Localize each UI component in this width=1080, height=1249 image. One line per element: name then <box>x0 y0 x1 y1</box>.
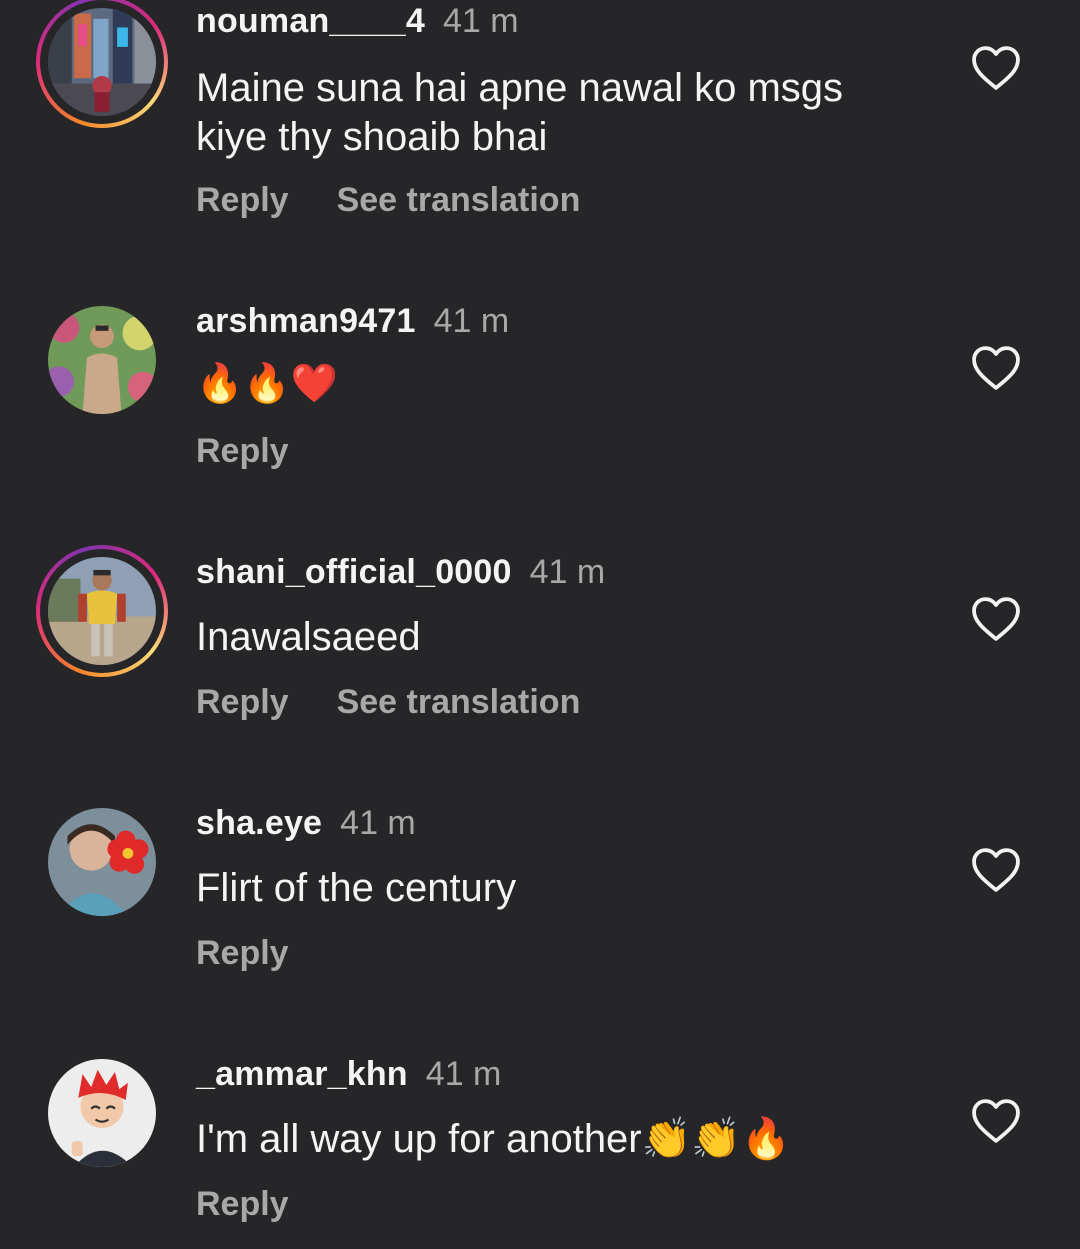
child-red-flower-avatar-icon[interactable] <box>48 808 156 916</box>
comment-header: nouman____4 41 m <box>196 2 519 41</box>
comment-text: I'm all way up for another👏👏🔥 <box>196 1117 792 1161</box>
comment-actions: Reply See translation <box>196 683 580 722</box>
timestamp: 41 m <box>340 804 416 842</box>
reply-button[interactable]: Reply <box>196 432 289 470</box>
comment-text: Flirt of the century <box>196 866 517 910</box>
heart-outline-icon[interactable] <box>970 45 1022 91</box>
comment-text: Inawalsaeed <box>196 615 421 659</box>
story-ring[interactable] <box>36 0 168 128</box>
comment-header: sha.eye 41 m <box>196 804 416 843</box>
comment-header: _ammar_khn 41 m <box>196 1055 501 1094</box>
timestamp: 41 m <box>425 1055 502 1093</box>
avatar-frame[interactable] <box>36 796 168 928</box>
avatar-frame[interactable] <box>36 1047 168 1179</box>
heart-outline-icon[interactable] <box>970 1098 1022 1144</box>
reply-button[interactable]: Reply <box>196 181 289 219</box>
story-ring[interactable] <box>36 545 168 677</box>
comment-header: arshman9471 41 m <box>196 302 509 341</box>
comment-actions: Reply <box>196 432 289 471</box>
reply-button[interactable]: Reply <box>196 1185 289 1223</box>
cartoon-avatar-icon[interactable] <box>48 1059 156 1167</box>
avatar-frame[interactable] <box>36 294 168 426</box>
timestamp: 41 m <box>433 302 510 340</box>
person-yellow-shirt-avatar-icon[interactable] <box>48 557 156 665</box>
see-translation-button[interactable]: See translation <box>337 181 581 219</box>
username[interactable]: _ammar_khn <box>196 1055 408 1093</box>
reply-button[interactable]: Reply <box>196 934 289 972</box>
see-translation-button[interactable]: See translation <box>337 683 581 721</box>
username[interactable]: nouman____4 <box>196 2 425 40</box>
comment-actions: Reply <box>196 934 289 973</box>
heart-outline-icon[interactable] <box>970 596 1022 642</box>
comment-text: 🔥🔥❤️ <box>196 363 338 405</box>
city-street-avatar-icon[interactable] <box>48 8 156 116</box>
username[interactable]: shani_official_0000 <box>196 553 512 591</box>
timestamp: 41 m <box>442 2 519 40</box>
comment-actions: Reply See translation <box>196 181 580 220</box>
person-flowers-avatar-icon[interactable] <box>48 306 156 414</box>
heart-outline-icon[interactable] <box>970 847 1022 893</box>
heart-outline-icon[interactable] <box>970 345 1022 391</box>
timestamp: 41 m <box>529 553 606 591</box>
comment-text: Maine suna hai apne nawal ko msgs kiye t… <box>196 66 844 159</box>
comment-header: shani_official_0000 41 m <box>196 553 605 592</box>
comment-actions: Reply <box>196 1185 289 1224</box>
reply-button[interactable]: Reply <box>196 683 289 721</box>
username[interactable]: sha.eye <box>196 804 322 842</box>
username[interactable]: arshman9471 <box>196 302 416 340</box>
